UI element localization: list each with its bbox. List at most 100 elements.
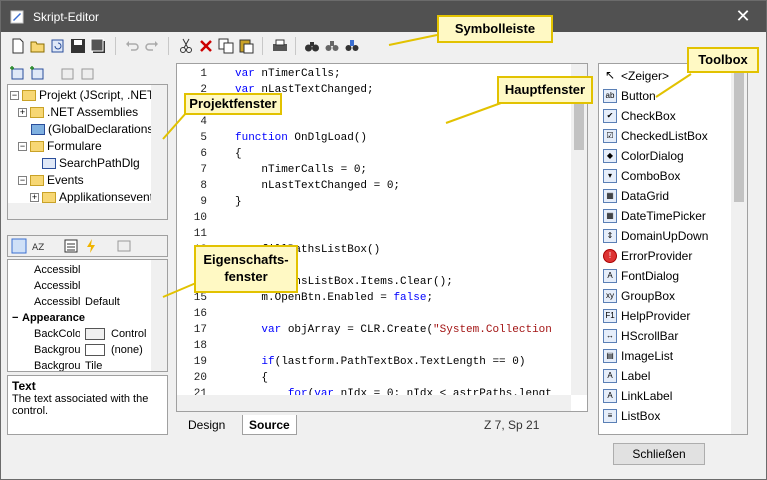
- copy-icon[interactable]: [218, 38, 234, 54]
- property-category[interactable]: − Appearance: [8, 310, 153, 326]
- expand-icon[interactable]: +: [30, 193, 39, 203]
- code-line[interactable]: 19 if(lastform.PathTextBox.TextLength ==…: [177, 354, 572, 370]
- property-row[interactable]: Backgrou Tile: [8, 358, 153, 371]
- property-row[interactable]: Accessibl: [8, 262, 153, 278]
- toolbox-item[interactable]: ▾ ComboBox: [599, 166, 731, 186]
- code-text[interactable]: {: [235, 370, 268, 386]
- tab-source[interactable]: Source: [242, 415, 297, 435]
- tree-item-project[interactable]: − Projekt (JScript, .NET 2.: [10, 87, 167, 104]
- code-text[interactable]: nLastTextChanged = 0;: [235, 178, 400, 194]
- code-line[interactable]: 8 nLastTextChanged = 0;: [177, 178, 572, 194]
- toolbox-item[interactable]: ⇕ DomainUpDown: [599, 226, 731, 246]
- code-line[interactable]: 4: [177, 114, 572, 130]
- line-number: 18: [193, 340, 207, 352]
- collapse-icon[interactable]: −: [10, 91, 19, 101]
- undo-icon[interactable]: [124, 38, 140, 54]
- code-text[interactable]: var nTimerCalls;: [235, 66, 341, 82]
- save-icon[interactable]: [70, 38, 86, 54]
- collapse-icon[interactable]: −: [18, 142, 27, 152]
- toolbox-item[interactable]: ab Button: [599, 86, 731, 106]
- code-line[interactable]: 10: [177, 210, 572, 226]
- code-line[interactable]: 9}: [177, 194, 572, 210]
- tab-design[interactable]: Design: [182, 415, 231, 435]
- tree-item-global-declarations[interactable]: (GlobalDeclarations): [31, 121, 157, 138]
- tree-item-formulare[interactable]: − Formulare: [18, 138, 102, 155]
- code-editor[interactable]: 1var nTimerCalls;2var nLastTextChanged;3…: [176, 63, 588, 412]
- cut-icon[interactable]: [178, 38, 194, 54]
- redo-icon[interactable]: [144, 38, 160, 54]
- add-form-icon[interactable]: [9, 65, 25, 81]
- toolbox-item[interactable]: F1 HelpProvider: [599, 306, 731, 326]
- code-text[interactable]: {: [235, 146, 242, 162]
- expand-icon[interactable]: +: [18, 108, 27, 118]
- code-line[interactable]: 6{: [177, 146, 572, 162]
- code-text[interactable]: function OnDlgLoad(): [235, 130, 367, 146]
- property-value[interactable]: Tile: [85, 358, 102, 371]
- find-icon[interactable]: [304, 38, 320, 54]
- property-value[interactable]: Control: [111, 326, 146, 342]
- property-row[interactable]: Backgrou (none): [8, 342, 153, 358]
- property-pages-icon[interactable]: [116, 238, 132, 254]
- toolbox-item[interactable]: ! ErrorProvider: [599, 246, 731, 266]
- editor-horizontal-scrollbar[interactable]: [177, 395, 571, 411]
- close-button[interactable]: Schließen: [613, 443, 705, 465]
- toolbox-item[interactable]: xy GroupBox: [599, 286, 731, 306]
- editor-vertical-scrollbar[interactable]: [571, 64, 587, 395]
- code-text[interactable]: var objArray = CLR.Create("System.Collec…: [235, 322, 551, 338]
- code-line[interactable]: 18: [177, 338, 572, 354]
- property-value[interactable]: (none): [111, 342, 143, 358]
- tree-horizontal-scrollbar[interactable]: [8, 203, 167, 219]
- code-text[interactable]: }: [235, 194, 242, 210]
- toolbox-item[interactable]: A Label: [599, 366, 731, 386]
- toolbox-item[interactable]: ≡ ListBox: [599, 406, 731, 426]
- code-line[interactable]: 7 nTimerCalls = 0;: [177, 162, 572, 178]
- code-line[interactable]: 11: [177, 226, 572, 242]
- save-all-icon[interactable]: [90, 38, 106, 54]
- code-text[interactable]: if(lastform.PathTextBox.TextLength == 0): [235, 354, 525, 370]
- code-line[interactable]: 17 var objArray = CLR.Create("System.Col…: [177, 322, 572, 338]
- categorized-icon[interactable]: [11, 238, 27, 254]
- property-row[interactable]: Accessibl: [8, 278, 153, 294]
- events-icon[interactable]: [83, 238, 99, 254]
- toolbox-item[interactable]: ☑ CheckedListBox: [599, 126, 731, 146]
- replace-icon[interactable]: [344, 38, 360, 54]
- remove-event-icon[interactable]: [79, 65, 95, 81]
- remove-item-icon[interactable]: [59, 65, 75, 81]
- tree-item-events[interactable]: − Events: [18, 172, 84, 189]
- toolbox-item[interactable]: ↔ HScrollBar: [599, 326, 731, 346]
- add-event-icon[interactable]: [29, 65, 45, 81]
- collapse-icon[interactable]: −: [18, 176, 27, 186]
- properties-scrollbar[interactable]: [151, 260, 167, 371]
- collapse-icon[interactable]: −: [12, 310, 18, 326]
- toolbox-item[interactable]: ✔ CheckBox: [599, 106, 731, 126]
- tree-item-searchpathdlg[interactable]: SearchPathDlg: [42, 155, 140, 172]
- open-icon[interactable]: [30, 38, 46, 54]
- toolbox-item[interactable]: ▦ DataGrid: [599, 186, 731, 206]
- toolbox-item[interactable]: A LinkLabel: [599, 386, 731, 406]
- toolbox-scrollbar[interactable]: [731, 64, 747, 434]
- new-icon[interactable]: [10, 38, 26, 54]
- scroll-thumb[interactable]: [734, 72, 744, 202]
- print-icon[interactable]: [272, 38, 288, 54]
- find-next-icon[interactable]: [324, 38, 340, 54]
- tree-item-assemblies[interactable]: + .NET Assemblies: [18, 104, 138, 121]
- close-window-icon[interactable]: ✕: [720, 1, 766, 32]
- paste-icon[interactable]: [238, 38, 254, 54]
- code-line[interactable]: 16: [177, 306, 572, 322]
- reload-icon[interactable]: [50, 38, 66, 54]
- tree-scrollbar[interactable]: [151, 85, 167, 203]
- code-line[interactable]: 5 function OnDlgLoad(): [177, 130, 572, 146]
- property-row[interactable]: BackColo Control: [8, 326, 153, 342]
- alphabetical-icon[interactable]: AZ: [31, 238, 47, 254]
- toolbox-item[interactable]: A FontDialog: [599, 266, 731, 286]
- property-row[interactable]: Accessibl Default: [8, 294, 153, 310]
- properties-icon[interactable]: [63, 238, 79, 254]
- toolbox-item[interactable]: ▤ ImageList: [599, 346, 731, 366]
- code-text[interactable]: nTimerCalls = 0;: [235, 162, 367, 178]
- code-line[interactable]: 20 {: [177, 370, 572, 386]
- property-value[interactable]: Default: [85, 294, 120, 310]
- imagelist-icon: ▤: [603, 349, 617, 363]
- delete-icon[interactable]: [198, 38, 214, 54]
- toolbox-item[interactable]: ◆ ColorDialog: [599, 146, 731, 166]
- toolbox-item[interactable]: ▦ DateTimePicker: [599, 206, 731, 226]
